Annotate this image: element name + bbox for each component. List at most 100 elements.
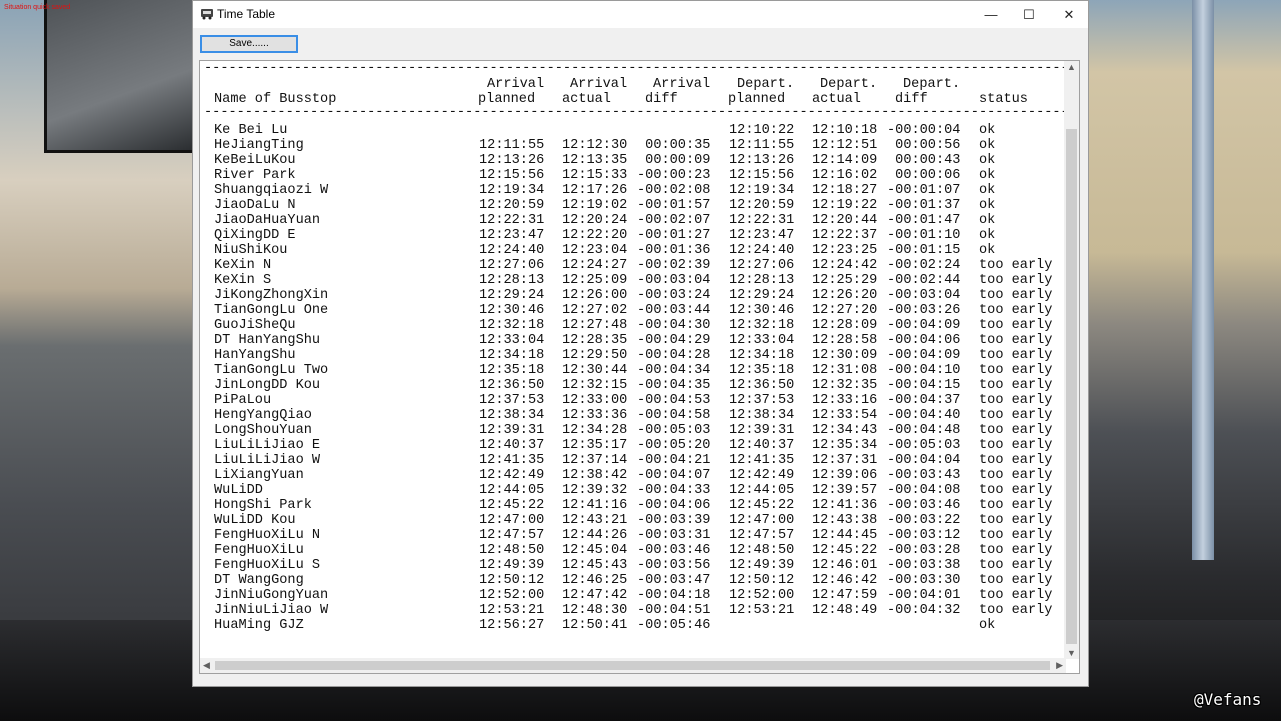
cell-busstop-name: LiXiangYuan <box>214 468 304 483</box>
cell-depart-diff: 00:00:43 <box>887 153 961 168</box>
scroll-up-icon[interactable]: ▲ <box>1067 62 1076 72</box>
cell-arrival-planned: 12:42:49 <box>479 468 545 483</box>
cell-arrival-actual: 12:46:25 <box>562 573 628 588</box>
cell-arrival-actual: 12:24:27 <box>562 258 628 273</box>
cell-busstop-name: JiKongZhongXin <box>214 288 329 303</box>
cell-arrival-planned: 12:36:50 <box>479 378 545 393</box>
cell-depart-actual: 12:10:18 <box>812 123 878 138</box>
title-bar[interactable]: Time Table — ☐ ✕ <box>193 1 1088 28</box>
minimize-button[interactable]: — <box>971 1 1011 28</box>
cell-depart-planned: 12:10:22 <box>729 123 795 138</box>
cell-arrival-planned: 12:41:35 <box>479 453 545 468</box>
cell-arrival-planned: 12:29:24 <box>479 288 545 303</box>
header-depart-diff-top: Depart. <box>903 77 961 92</box>
cell-status: too early <box>979 453 1053 468</box>
cell-status: too early <box>979 393 1053 408</box>
cell-depart-planned: 12:23:47 <box>729 228 795 243</box>
cell-arrival-planned: 12:27:06 <box>479 258 545 273</box>
cell-arrival-actual: 12:19:02 <box>562 198 628 213</box>
cell-depart-actual: 12:27:20 <box>812 303 878 318</box>
horizontal-scrollbar[interactable]: ◀ ▶ <box>200 658 1066 673</box>
cell-status: too early <box>979 288 1053 303</box>
cell-depart-planned: 12:38:34 <box>729 408 795 423</box>
cell-depart-diff: -00:04:10 <box>887 363 961 378</box>
cell-depart-actual: 12:26:20 <box>812 288 878 303</box>
cell-depart-actual: 12:45:22 <box>812 543 878 558</box>
header-depart-planned: planned <box>728 92 786 107</box>
cell-depart-planned: 12:49:39 <box>729 558 795 573</box>
cell-depart-diff: -00:03:22 <box>887 513 961 528</box>
cell-arrival-planned: 12:48:50 <box>479 543 545 558</box>
vertical-scroll-thumb[interactable] <box>1066 129 1077 644</box>
cell-busstop-name: HengYangQiao <box>214 408 312 423</box>
cell-arrival-actual: 12:25:09 <box>562 273 628 288</box>
cell-status: too early <box>979 498 1053 513</box>
cell-busstop-name: GuoJiSheQu <box>214 318 296 333</box>
cell-depart-planned: 12:40:37 <box>729 438 795 453</box>
cell-depart-planned: 12:29:24 <box>729 288 795 303</box>
cell-status: ok <box>979 228 996 243</box>
cell-busstop-name: TianGongLu Two <box>214 363 329 378</box>
cell-depart-actual: 12:43:38 <box>812 513 878 528</box>
header-depart-diff: diff <box>895 92 928 107</box>
cell-arrival-actual: 12:45:04 <box>562 543 628 558</box>
cell-arrival-actual: 12:29:50 <box>562 348 628 363</box>
cell-arrival-diff: -00:04:33 <box>637 483 711 498</box>
cell-depart-actual: 12:24:42 <box>812 258 878 273</box>
header-arrival-planned-top: Arrival <box>487 77 545 92</box>
cell-arrival-diff: -00:04:18 <box>637 588 711 603</box>
cell-depart-actual: 12:41:36 <box>812 498 878 513</box>
cell-depart-planned: 12:44:05 <box>729 483 795 498</box>
cell-depart-actual: 12:28:58 <box>812 333 878 348</box>
cell-status: too early <box>979 378 1053 393</box>
cell-depart-actual: 12:48:49 <box>812 603 878 618</box>
cell-arrival-actual: 12:30:44 <box>562 363 628 378</box>
scroll-left-icon[interactable]: ◀ <box>203 660 210 671</box>
cell-busstop-name: JiaoDaLu N <box>214 198 296 213</box>
maximize-button[interactable]: ☐ <box>1009 1 1049 28</box>
cell-arrival-planned: 12:24:40 <box>479 243 545 258</box>
cell-arrival-diff: -00:04:58 <box>637 408 711 423</box>
scroll-down-icon[interactable]: ▼ <box>1067 648 1076 658</box>
cell-arrival-diff: -00:02:39 <box>637 258 711 273</box>
cell-arrival-diff: -00:01:36 <box>637 243 711 258</box>
cell-depart-actual: 12:39:06 <box>812 468 878 483</box>
close-button[interactable]: ✕ <box>1049 1 1089 28</box>
cell-arrival-actual: 12:23:04 <box>562 243 628 258</box>
cell-arrival-planned: 12:47:00 <box>479 513 545 528</box>
cell-arrival-diff: -00:04:35 <box>637 378 711 393</box>
cell-status: too early <box>979 408 1053 423</box>
cell-depart-diff: -00:04:08 <box>887 483 961 498</box>
cell-busstop-name: DT HanYangShu <box>214 333 321 348</box>
cell-arrival-diff: -00:01:27 <box>637 228 711 243</box>
cell-depart-planned: 12:36:50 <box>729 378 795 393</box>
cell-busstop-name: LiuLiLiJiao E <box>214 438 321 453</box>
horizontal-scroll-thumb[interactable] <box>215 661 1050 670</box>
scroll-right-icon[interactable]: ▶ <box>1056 660 1063 671</box>
cell-busstop-name: PiPaLou <box>214 393 272 408</box>
cell-depart-planned: 12:53:21 <box>729 603 795 618</box>
cell-depart-diff: -00:03:46 <box>887 498 961 513</box>
cell-arrival-planned: 12:53:21 <box>479 603 545 618</box>
cell-busstop-name: FengHuoXiLu <box>214 543 304 558</box>
cell-arrival-planned: 12:28:13 <box>479 273 545 288</box>
cell-depart-actual: 12:34:43 <box>812 423 878 438</box>
cell-depart-planned: 12:47:57 <box>729 528 795 543</box>
save-button[interactable]: Save...... <box>200 35 298 53</box>
cell-status: ok <box>979 168 996 183</box>
timetable-text-area[interactable]: ----------------------------------------… <box>199 60 1080 674</box>
cell-status: ok <box>979 618 996 633</box>
cell-depart-actual: 12:19:22 <box>812 198 878 213</box>
vertical-scrollbar[interactable]: ▲ ▼ <box>1064 61 1079 659</box>
cell-depart-diff: -00:04:32 <box>887 603 961 618</box>
cell-arrival-diff: -00:04:06 <box>637 498 711 513</box>
cell-status: too early <box>979 258 1053 273</box>
cell-arrival-actual: 12:39:32 <box>562 483 628 498</box>
cell-busstop-name: DT WangGong <box>214 573 304 588</box>
cell-depart-planned: 12:22:31 <box>729 213 795 228</box>
cell-depart-diff: -00:04:48 <box>887 423 961 438</box>
cell-arrival-actual: 12:12:30 <box>562 138 628 153</box>
cell-depart-planned: 12:37:53 <box>729 393 795 408</box>
cell-depart-diff: -00:01:37 <box>887 198 961 213</box>
cell-depart-diff: -00:04:01 <box>887 588 961 603</box>
